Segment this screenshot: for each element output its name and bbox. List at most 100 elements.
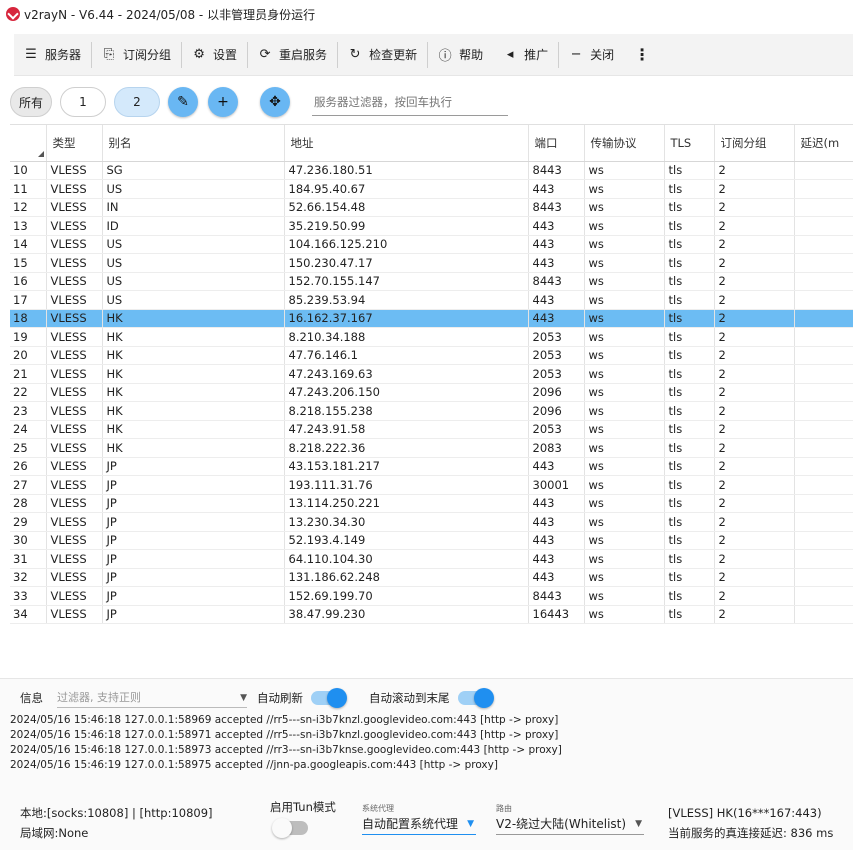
add-group-button[interactable]: +	[208, 87, 238, 117]
column-header[interactable]: 传输协议	[584, 125, 665, 162]
table-row[interactable]: 13 VLESS ID 35.219.50.99 443 ws tls 2	[10, 216, 853, 236]
routing-select[interactable]: V2-绕过大陆(Whitelist) ▼	[496, 815, 645, 835]
server-filter-input[interactable]	[312, 88, 508, 116]
table-cell: tls	[664, 586, 715, 606]
table-cell: ws	[584, 179, 665, 199]
table-row[interactable]: 15 VLESS US 150.230.47.17 443 ws tls 2	[10, 253, 853, 273]
table-cell: 2053	[528, 327, 585, 347]
help-button[interactable]: ⓘ 帮助	[428, 39, 493, 71]
restart-service-button[interactable]: ⟳ 重启服务	[248, 39, 337, 71]
column-header[interactable]: 延迟(m	[794, 125, 853, 162]
table-row[interactable]: 14 VLESS US 104.166.125.210 443 ws tls 2	[10, 235, 853, 254]
check-update-button[interactable]: ↻ 检查更新	[338, 39, 427, 71]
table-cell: 2	[714, 364, 795, 384]
table-cell: 2	[714, 457, 795, 476]
table-row[interactable]: 10 VLESS SG 47.236.180.51 8443 ws tls 2	[10, 161, 853, 180]
table-header-row: 类型 别名 地址 端口 传输协议 TLS 订阅分组 延迟(m	[10, 125, 853, 162]
column-header[interactable]: 地址	[284, 125, 529, 162]
tun-toggle[interactable]	[272, 818, 308, 838]
table-cell: tls	[664, 346, 715, 365]
group-chip-1[interactable]: 1	[60, 87, 106, 117]
table-cell: VLESS	[46, 290, 103, 310]
log-filter-combo[interactable]: 过滤器, 支持正则 ▼	[57, 688, 247, 708]
table-cell: ws	[584, 475, 665, 495]
log-line: 2024/05/16 15:46:18 127.0.0.1:58969 acce…	[10, 714, 559, 726]
table-cell: 8443	[528, 198, 585, 217]
table-cell: 2	[714, 161, 795, 180]
table-cell: tls	[664, 272, 715, 291]
table-cell	[794, 290, 853, 310]
table-row[interactable]: 12 VLESS IN 52.66.154.48 8443 ws tls 2	[10, 198, 853, 217]
table-cell: 21	[10, 364, 47, 384]
table-cell: 150.230.47.17	[284, 253, 529, 273]
table-row[interactable]: 32 VLESS JP 131.186.62.248 443 ws tls 2	[10, 568, 853, 587]
column-header-index[interactable]	[10, 125, 47, 162]
system-proxy-select[interactable]: 自动配置系统代理 ▼	[362, 815, 477, 835]
move-button[interactable]: ✥	[260, 87, 290, 117]
table-cell: ws	[584, 346, 665, 365]
table-cell: VLESS	[46, 438, 103, 458]
edit-group-button[interactable]: ✎	[168, 87, 198, 117]
table-cell: 443	[528, 457, 585, 476]
table-row[interactable]: 18 VLESS HK 16.162.37.167 443 ws tls 2	[10, 309, 853, 328]
table-row[interactable]: 29 VLESS JP 13.230.34.30 443 ws tls 2	[10, 512, 853, 532]
subscription-button[interactable]: ⎘ 订阅分组	[92, 39, 181, 71]
promote-button[interactable]: ◂ 推广	[493, 39, 558, 71]
table-cell: 2	[714, 401, 795, 421]
table-cell: VLESS	[46, 401, 103, 421]
column-header[interactable]: 类型	[46, 125, 103, 162]
close-button[interactable]: − 关闭	[559, 39, 624, 71]
table-cell	[794, 457, 853, 476]
table-row[interactable]: 17 VLESS US 85.239.53.94 443 ws tls 2	[10, 290, 853, 310]
table-cell: tls	[664, 235, 715, 254]
auto-refresh-toggle[interactable]	[311, 688, 347, 708]
auto-scroll-label: 自动滚动到末尾	[369, 691, 450, 705]
servers-button[interactable]: ☰ 服务器	[14, 39, 91, 71]
table-cell: VLESS	[46, 494, 103, 513]
table-row[interactable]: 11 VLESS US 184.95.40.67 443 ws tls 2	[10, 179, 853, 199]
table-row[interactable]: 31 VLESS JP 64.110.104.30 443 ws tls 2	[10, 549, 853, 569]
table-row[interactable]: 30 VLESS JP 52.193.4.149 443 ws tls 2	[10, 531, 853, 550]
table-cell: 131.186.62.248	[284, 568, 529, 587]
table-row[interactable]: 26 VLESS JP 43.153.181.217 443 ws tls 2	[10, 457, 853, 476]
table-cell	[794, 401, 853, 421]
more-button[interactable]: ⋮	[624, 39, 660, 71]
table-cell: ws	[584, 401, 665, 421]
table-row[interactable]: 19 VLESS HK 8.210.34.188 2053 ws tls 2	[10, 327, 853, 347]
table-cell: 13.230.34.30	[284, 512, 529, 532]
column-header[interactable]: TLS	[664, 125, 715, 162]
table-row[interactable]: 16 VLESS US 152.70.155.147 8443 ws tls 2	[10, 272, 853, 291]
auto-scroll-toggle[interactable]	[457, 688, 494, 708]
column-header[interactable]: 端口	[528, 125, 585, 162]
table-cell: 22	[10, 383, 47, 402]
table-cell: ws	[584, 438, 665, 458]
table-row[interactable]: 21 VLESS HK 47.243.169.63 2053 ws tls 2	[10, 364, 853, 384]
table-row[interactable]: 28 VLESS JP 13.114.250.221 443 ws tls 2	[10, 494, 853, 513]
window-title: v2rayN - V6.44 - 2024/05/08 - 以非管理员身份运行	[24, 7, 316, 22]
table-row[interactable]: 24 VLESS HK 47.243.91.58 2053 ws tls 2	[10, 420, 853, 439]
table-row[interactable]: 23 VLESS HK 8.218.155.238 2096 ws tls 2	[10, 401, 853, 421]
table-row[interactable]: 33 VLESS JP 152.69.199.70 8443 ws tls 2	[10, 586, 853, 606]
routing-group: 路由 V2-绕过大陆(Whitelist) ▼	[496, 803, 645, 835]
table-cell: HK	[102, 420, 285, 439]
table-row[interactable]: 20 VLESS HK 47.76.146.1 2053 ws tls 2	[10, 346, 853, 365]
table-cell	[794, 420, 853, 439]
restart-label: 重启服务	[279, 48, 328, 62]
table-cell: 152.69.199.70	[284, 586, 529, 606]
table-cell: 2096	[528, 383, 585, 402]
settings-button[interactable]: ⚙ 设置	[182, 39, 247, 71]
group-chip-all[interactable]: 所有	[10, 87, 52, 117]
column-header[interactable]: 别名	[102, 125, 285, 162]
table-cell: JP	[102, 457, 285, 476]
table-cell	[794, 512, 853, 532]
table-row[interactable]: 34 VLESS JP 38.47.99.230 16443 ws tls 2	[10, 605, 853, 624]
table-cell: VLESS	[46, 235, 103, 254]
table-row[interactable]: 25 VLESS HK 8.218.222.36 2083 ws tls 2	[10, 438, 853, 458]
table-cell: tls	[664, 512, 715, 532]
help-icon: ⓘ	[438, 49, 452, 64]
table-row[interactable]: 27 VLESS JP 193.111.31.76 30001 ws tls 2	[10, 475, 853, 495]
group-chip-2[interactable]: 2	[114, 87, 160, 117]
table-cell: JP	[102, 512, 285, 532]
table-row[interactable]: 22 VLESS HK 47.243.206.150 2096 ws tls 2	[10, 383, 853, 402]
column-header[interactable]: 订阅分组	[714, 125, 795, 162]
